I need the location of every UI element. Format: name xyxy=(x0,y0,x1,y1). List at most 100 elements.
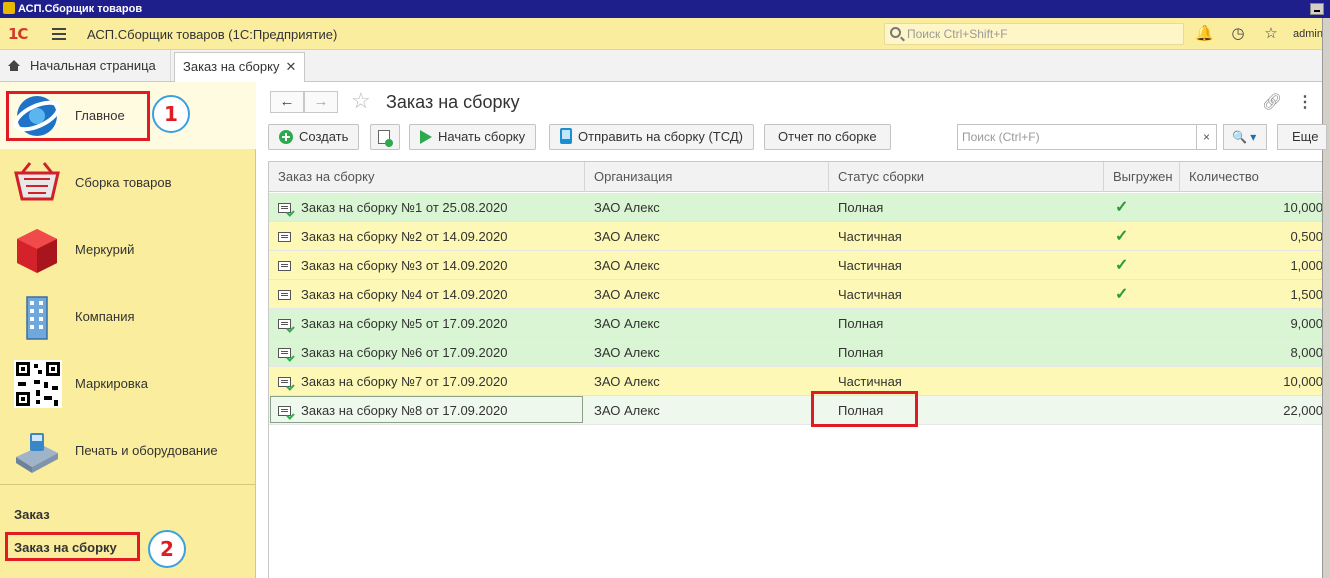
sidebar: Главное Сборка товаров Меркурий Компания xyxy=(0,82,256,578)
highlight-box-main xyxy=(6,91,150,141)
list-search-placeholder: Поиск (Ctrl+F) xyxy=(962,130,1040,144)
history-icon[interactable]: ◷ xyxy=(1229,25,1247,43)
order-cell: Заказ на сборку №3 от 14.09.2020 xyxy=(269,251,585,280)
posted-document-icon xyxy=(278,203,291,213)
uploaded-cell xyxy=(1105,309,1115,338)
building-icon xyxy=(26,296,48,340)
more-button[interactable]: Еще xyxy=(1277,124,1327,150)
posted-document-icon xyxy=(278,319,291,329)
checkmark-icon: ✓ xyxy=(1115,286,1129,303)
sidebar-item-printing[interactable]: Печать и оборудование xyxy=(0,417,256,484)
star-icon[interactable]: ☆ xyxy=(1262,25,1280,43)
bell-icon[interactable]: 🔔 xyxy=(1195,25,1214,43)
order-cell: Заказ на сборку №4 от 14.09.2020 xyxy=(269,280,585,309)
checkmark-icon: ✓ xyxy=(1115,199,1129,216)
column-header-quantity[interactable]: Количество xyxy=(1180,162,1322,192)
sidebar-item-mercury[interactable]: Меркурий xyxy=(0,216,256,283)
table-row[interactable]: Заказ на сборку №5 от 17.09.2020 ЗАО Але… xyxy=(269,309,1322,338)
uploaded-cell xyxy=(1105,367,1115,396)
highlight-box-status xyxy=(811,391,918,427)
app-title: АСП.Сборщик товаров (1С:Предприятие) xyxy=(87,27,338,42)
posted-document-icon xyxy=(278,348,291,358)
start-assembly-label: Начать сборку xyxy=(438,129,526,144)
1c-logo-icon[interactable]: 1С xyxy=(8,25,28,43)
sidebar-item-label: Печать и оборудование xyxy=(75,443,218,458)
sidebar-item-marking[interactable]: Маркировка xyxy=(0,350,256,417)
status-cell: Частичная xyxy=(838,287,902,302)
column-header-status[interactable]: Статус сборки xyxy=(829,162,1104,192)
menu-icon[interactable] xyxy=(52,28,66,40)
table-header: Заказ на сборку Организация Статус сборк… xyxy=(269,162,1322,192)
column-header-order[interactable]: Заказ на сборку xyxy=(269,162,585,192)
tab-order-assembly[interactable]: Заказ на сборку ✕ xyxy=(174,52,306,83)
sidebar-item-label: Меркурий xyxy=(75,242,135,257)
status-cell: Полная xyxy=(838,200,884,215)
order-cell: Заказ на сборку №2 от 14.09.2020 xyxy=(269,222,585,251)
search-options-button[interactable]: 🔍 ▾ xyxy=(1223,124,1267,150)
assembly-report-button[interactable]: Отчет по сборке xyxy=(764,124,891,150)
quantity-cell: 22,000 xyxy=(1283,403,1322,418)
global-search-input[interactable]: Поиск Ctrl+Shift+F xyxy=(884,23,1184,45)
send-to-tsd-button[interactable]: Отправить на сборку (ТСД) xyxy=(549,124,754,150)
quantity-cell: 10,000 xyxy=(1283,200,1322,215)
back-button[interactable]: ← xyxy=(270,91,304,113)
window-titlebar: АСП.Сборщик товаров xyxy=(0,0,1330,18)
copy-button[interactable] xyxy=(370,124,400,150)
tab-home[interactable]: Начальная страница xyxy=(0,50,171,81)
create-button[interactable]: Создать xyxy=(268,124,360,150)
link-icon[interactable]: 🔗︎ xyxy=(1262,92,1282,112)
quantity-cell: 0,500 xyxy=(1290,229,1322,244)
order-cell: Заказ на сборку №6 от 17.09.2020 xyxy=(269,338,585,367)
table-row-selected[interactable]: Заказ на сборку №8 от 17.09.2020 ЗАО Але… xyxy=(269,396,1322,425)
annotation-badge-2: 2 xyxy=(148,530,186,568)
search-clear-button[interactable]: × xyxy=(1197,124,1217,150)
page-title: Заказ на сборку xyxy=(386,92,520,112)
organization-cell: ЗАО Алекс xyxy=(594,287,660,302)
basket-icon xyxy=(14,162,60,201)
table-row[interactable]: Заказ на сборку №4 от 14.09.2020 ЗАО Але… xyxy=(269,280,1322,309)
tab-home-label: Начальная страница xyxy=(30,58,156,73)
user-name[interactable]: admin xyxy=(1293,28,1323,40)
tab-active-label: Заказ на сборку xyxy=(183,59,280,74)
status-cell: Частичная xyxy=(838,258,902,273)
posted-document-icon xyxy=(278,406,291,416)
forward-button[interactable]: → xyxy=(304,91,338,113)
order-cell: Заказ на сборку №5 от 17.09.2020 xyxy=(269,309,585,338)
app-logo-icon xyxy=(3,2,15,14)
cube-icon xyxy=(17,229,57,273)
quantity-cell: 10,000 xyxy=(1283,374,1322,389)
qr-code-icon xyxy=(14,360,62,408)
minimize-button[interactable] xyxy=(1310,3,1324,15)
annotation-badge-1: 1 xyxy=(152,95,190,133)
table-row[interactable]: Заказ на сборку №2 от 14.09.2020 ЗАО Але… xyxy=(269,222,1322,251)
organization-cell: ЗАО Алекс xyxy=(594,345,660,360)
table-row[interactable]: Заказ на сборку №7 от 17.09.2020 ЗАО Але… xyxy=(269,367,1322,396)
organization-cell: ЗАО Алекс xyxy=(594,403,660,418)
order-cell: Заказ на сборку №7 от 17.09.2020 xyxy=(269,367,585,396)
window-edge-scrollbar[interactable] xyxy=(1322,18,1330,578)
more-vertical-icon[interactable]: ⋮ xyxy=(1297,92,1313,112)
document-icon xyxy=(278,290,291,300)
create-button-label: Создать xyxy=(299,129,349,144)
sidebar-item-company[interactable]: Компания xyxy=(0,283,256,350)
column-header-organization[interactable]: Организация xyxy=(585,162,829,192)
sidebar-item-label: Маркировка xyxy=(75,376,148,391)
order-cell: Заказ на сборку №1 от 25.08.2020 xyxy=(269,193,585,222)
column-header-uploaded[interactable]: Выгружен xyxy=(1104,162,1180,192)
table-row[interactable]: Заказ на сборку №3 от 14.09.2020 ЗАО Але… xyxy=(269,251,1322,280)
payment-terminal-icon xyxy=(16,433,58,473)
app-header: 1С АСП.Сборщик товаров (1С:Предприятие) … xyxy=(0,18,1330,50)
sidebar-divider xyxy=(0,484,256,485)
plus-icon xyxy=(279,130,293,144)
start-assembly-button[interactable]: Начать сборку xyxy=(409,124,537,150)
posted-document-icon xyxy=(278,377,291,387)
sidebar-item-assembly[interactable]: Сборка товаров xyxy=(0,149,256,216)
highlight-box-order-link xyxy=(5,532,140,561)
table-row[interactable]: Заказ на сборку №1 от 25.08.2020 ЗАО Але… xyxy=(269,193,1322,222)
organization-cell: ЗАО Алекс xyxy=(594,374,660,389)
close-icon[interactable]: ✕ xyxy=(285,59,296,74)
list-search-input[interactable]: Поиск (Ctrl+F) xyxy=(957,124,1197,150)
table-row[interactable]: Заказ на сборку №6 от 17.09.2020 ЗАО Але… xyxy=(269,338,1322,367)
home-icon xyxy=(8,60,20,71)
favorite-star-icon[interactable]: ☆ xyxy=(351,88,371,114)
